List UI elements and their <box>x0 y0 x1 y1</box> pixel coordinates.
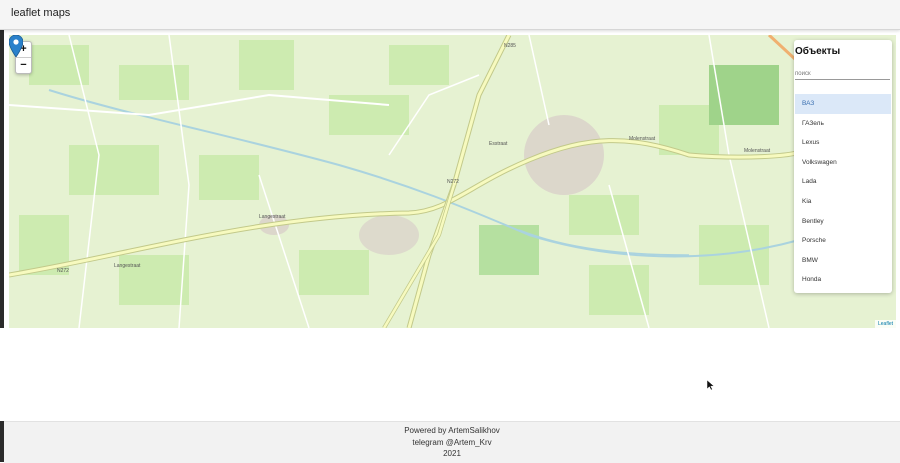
road-label: Langestraat <box>114 263 141 269</box>
road-label: Esstraat <box>489 141 508 147</box>
field <box>119 65 189 100</box>
map-tiles[interactable]: N285 N272 N272 Langestraat Langestraat M… <box>9 35 896 328</box>
app-header: leaflet maps <box>0 0 900 30</box>
objects-list: ВАЗ ГАЗель Lexus Volkswagen Lada Kia Ben… <box>795 94 891 290</box>
zoom-out-button[interactable]: − <box>16 58 31 73</box>
road-label: Langestraat <box>259 214 286 220</box>
mouse-cursor-icon <box>707 380 715 390</box>
footer-telegram: telegram @Artem_Krv <box>412 437 492 447</box>
field <box>239 40 294 90</box>
forest <box>479 225 539 275</box>
list-item-gazel[interactable]: ГАЗель <box>795 114 891 134</box>
field <box>299 250 369 295</box>
road-label: N272 <box>57 268 69 274</box>
village <box>359 215 419 255</box>
footer-year: 2021 <box>443 449 461 458</box>
field <box>389 45 449 85</box>
highway <box>767 35 798 62</box>
list-item-lada[interactable]: Lada <box>795 172 891 192</box>
objects-panel: Объекты ВАЗ ГАЗель Lexus Volkswagen Lada… <box>794 40 892 293</box>
field <box>199 155 259 200</box>
list-item-kia[interactable]: Kia <box>795 192 891 212</box>
field <box>589 265 649 315</box>
map-container[interactable]: N285 N272 N272 Langestraat Langestraat M… <box>9 35 896 328</box>
road-label: Molenstraat <box>629 136 656 142</box>
field <box>69 145 159 195</box>
location-marker-icon[interactable] <box>9 35 23 57</box>
search-input[interactable] <box>795 69 890 80</box>
road-label: N272 <box>447 179 459 185</box>
list-item-bmw[interactable]: BMW <box>795 251 891 271</box>
content-area <box>0 328 900 421</box>
page-footer: Powered by ArtemSalikhov telegram @Artem… <box>4 421 900 463</box>
list-item-vaz[interactable]: ВАЗ <box>795 94 891 114</box>
list-item-porsche[interactable]: Porsche <box>795 231 891 251</box>
minor-road <box>528 35 550 126</box>
map-attribution-link[interactable]: Leaflet <box>874 320 896 328</box>
list-item-lexus[interactable]: Lexus <box>795 133 891 153</box>
list-item-bentley[interactable]: Bentley <box>795 212 891 232</box>
road-label: Molenstraat <box>744 148 771 154</box>
list-item-honda[interactable]: Honda <box>795 270 891 290</box>
road-label: N285 <box>504 43 516 49</box>
app-title: leaflet maps <box>11 7 71 19</box>
app-window: leaflet maps N285 N272 N272 Langestraat … <box>0 0 900 463</box>
field <box>569 195 639 235</box>
list-item-volkswagen[interactable]: Volkswagen <box>795 153 891 173</box>
footer-credit: Powered by ArtemSalikhov <box>404 426 500 435</box>
panel-title: Объекты <box>795 46 841 57</box>
